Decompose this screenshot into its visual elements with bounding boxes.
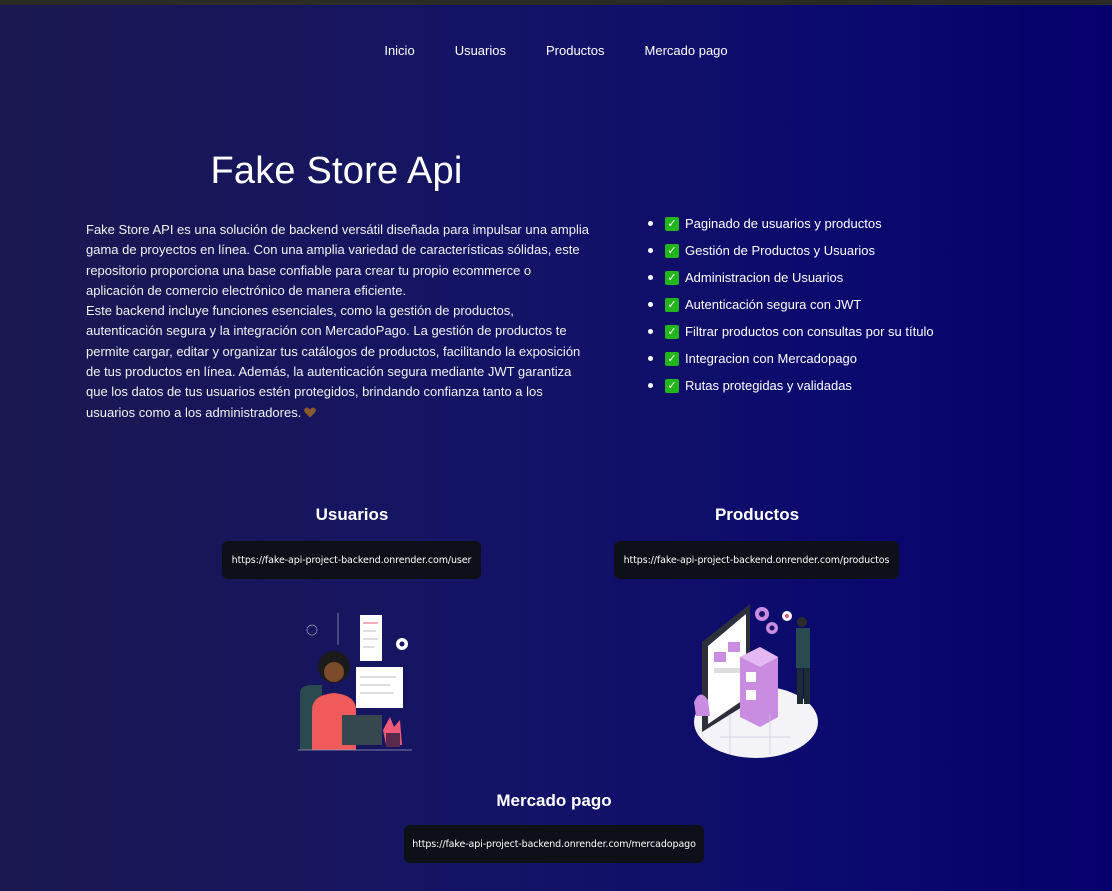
hero-description: Fake Store API es una solución de backen… <box>86 220 591 423</box>
feature-item: ✓ Autenticación segura con JWT <box>648 291 934 318</box>
check-mark-icon: ✓ <box>665 324 679 339</box>
top-strip <box>0 0 1112 5</box>
bullet-dot <box>648 383 653 388</box>
feature-label: Integracion con Mercadopago <box>685 351 858 366</box>
bullet-dot <box>648 302 653 307</box>
page-title: Fake Store Api <box>210 150 463 192</box>
check-mark-icon: ✓ <box>665 378 679 393</box>
brown-heart-icon <box>304 407 317 418</box>
bullet-dot <box>648 248 653 253</box>
nav-link-inicio[interactable]: Inicio <box>364 42 434 60</box>
features-list: ✓ Paginado de usuarios y productos ✓ Gesti… <box>648 210 934 399</box>
bullet-dot <box>648 221 653 226</box>
feature-item: ✓ Rutas protegidas y validadas <box>648 372 934 399</box>
usuarios-endpoint-url[interactable]: https://fake-api-project-backend.onrende… <box>222 541 481 579</box>
check-mark-icon: ✓ <box>665 216 679 231</box>
productos-section-title: Productos <box>714 505 800 524</box>
description-paragraph-2-text: Este backend incluye funciones esenciale… <box>86 303 581 420</box>
feature-item: ✓ Integracion con Mercadopago <box>648 345 934 372</box>
feature-label: Administracion de Usuarios <box>685 270 844 285</box>
feature-label: Paginado de usuarios y productos <box>685 216 882 231</box>
nav-link-mercado-pago[interactable]: Mercado pago <box>625 42 748 60</box>
description-paragraph-2: Este backend incluye funciones esenciale… <box>86 301 591 423</box>
check-mark-icon: ✓ <box>665 270 679 285</box>
feature-item: ✓ Filtrar productos con consultas por su … <box>648 318 934 345</box>
bullet-dot <box>648 329 653 334</box>
feature-label: Filtrar productos con consultas por su t… <box>685 324 934 339</box>
feature-item: ✓ Administracion de Usuarios <box>648 264 934 291</box>
check-mark-icon: ✓ <box>665 351 679 366</box>
feature-label: Gestión de Productos y Usuarios <box>685 243 876 258</box>
feature-item: ✓ Paginado de usuarios y productos <box>648 210 934 237</box>
usuarios-section-title: Usuarios <box>315 505 389 524</box>
bullet-dot <box>648 356 653 361</box>
check-mark-icon: ✓ <box>665 297 679 312</box>
productos-endpoint-url[interactable]: https://fake-api-project-backend.onrende… <box>614 541 899 579</box>
feature-item: ✓ Gestión de Productos y Usuarios <box>648 237 934 264</box>
feature-label: Rutas protegidas y validadas <box>685 378 852 393</box>
bullet-dot <box>648 275 653 280</box>
developer-illustration <box>298 613 412 751</box>
description-paragraph-1: Fake Store API es una solución de backen… <box>86 222 589 298</box>
nav-link-usuarios[interactable]: Usuarios <box>435 42 526 60</box>
nav-link-productos[interactable]: Productos <box>526 42 625 60</box>
mercadopago-section-title: Mercado pago <box>496 791 612 810</box>
products-illustration <box>694 604 818 758</box>
mercadopago-endpoint-url[interactable]: https://fake-api-project-backend.onrende… <box>404 825 704 863</box>
top-navigation: Inicio Usuarios Productos Mercado pago <box>0 42 1112 60</box>
feature-label: Autenticación segura con JWT <box>685 297 862 312</box>
check-mark-icon: ✓ <box>665 243 679 258</box>
